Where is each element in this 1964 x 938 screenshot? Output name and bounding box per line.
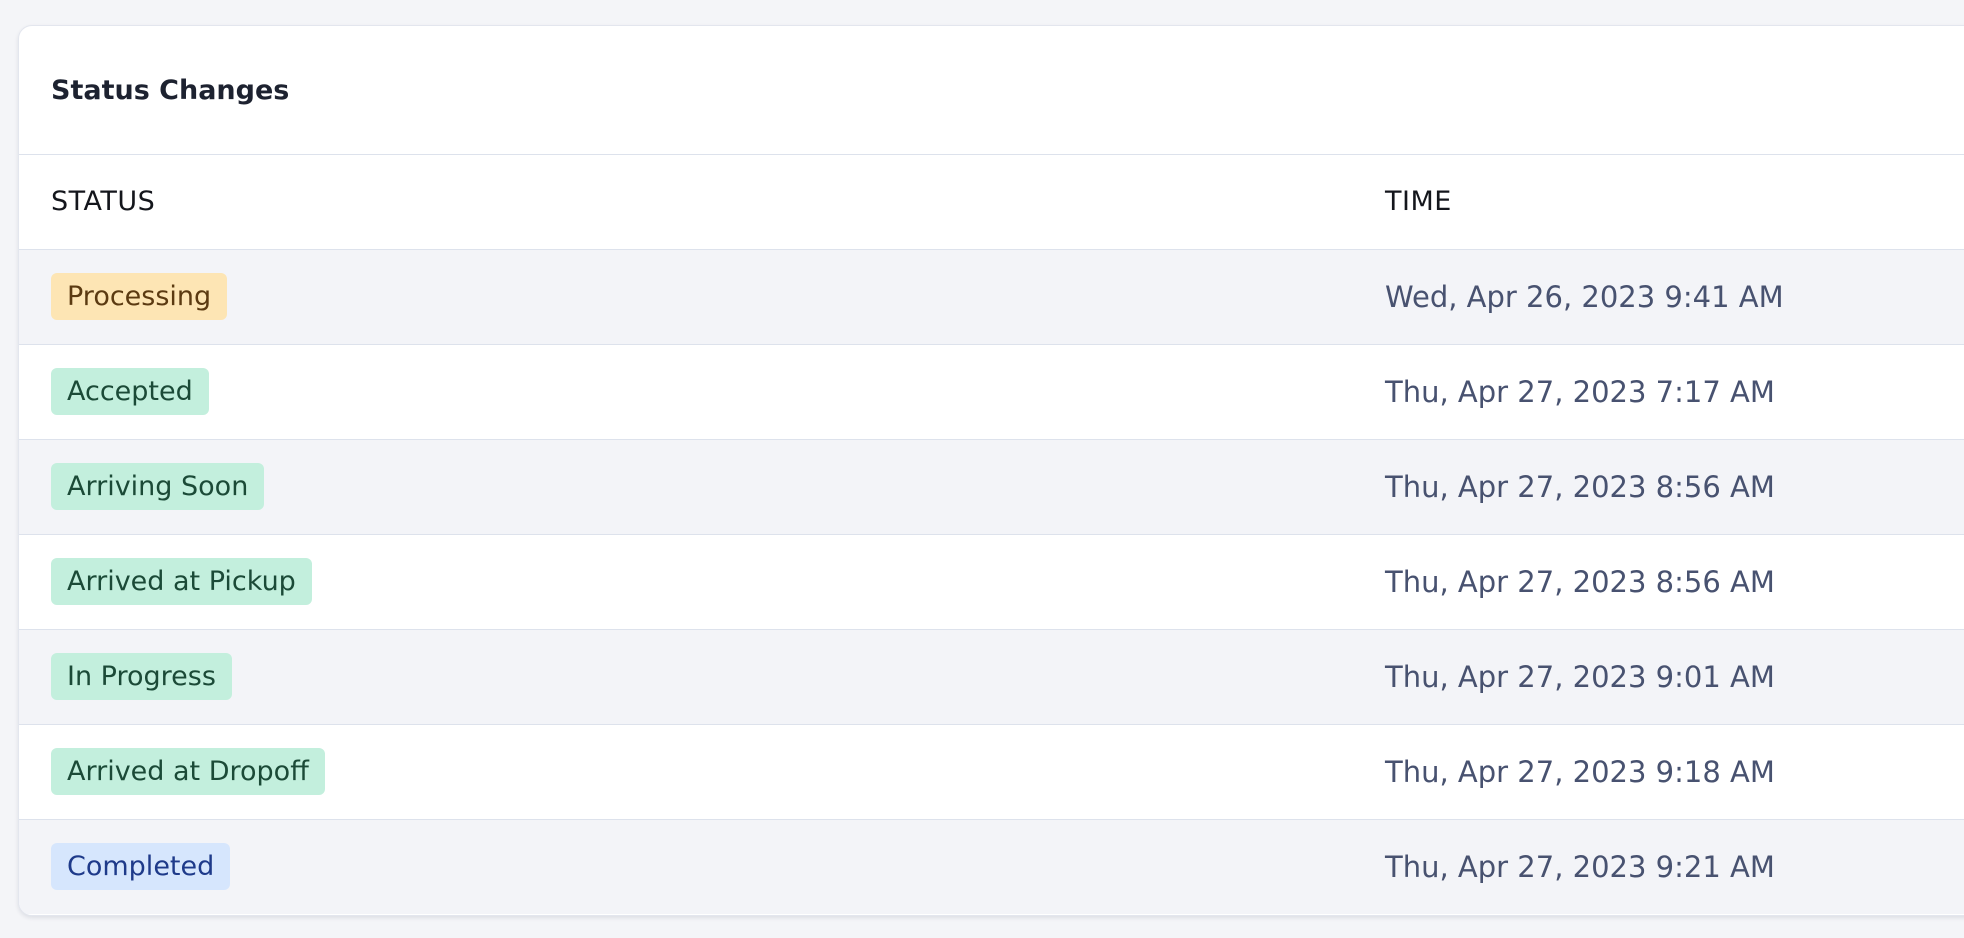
timestamp: Thu, Apr 27, 2023 9:18 AM	[1385, 754, 1775, 789]
status-badge: Accepted	[51, 368, 209, 415]
time-cell: Thu, Apr 27, 2023 7:17 AM	[1385, 344, 1964, 439]
timestamp: Thu, Apr 27, 2023 8:56 AM	[1385, 469, 1775, 504]
time-cell: Thu, Apr 27, 2023 8:56 AM	[1385, 534, 1964, 629]
status-cell: Arriving Soon	[19, 439, 1385, 534]
table-row: Arrived at Pickup Thu, Apr 27, 2023 8:56…	[19, 534, 1964, 629]
time-cell: Thu, Apr 27, 2023 9:01 AM	[1385, 629, 1964, 724]
timestamp: Thu, Apr 27, 2023 9:01 AM	[1385, 659, 1775, 694]
status-cell: Accepted	[19, 344, 1385, 439]
column-header-time: TIME	[1385, 155, 1964, 250]
panel-header: Status Changes	[19, 26, 1964, 155]
column-header-status: STATUS	[19, 155, 1385, 250]
table-row: Arrived at Dropoff Thu, Apr 27, 2023 9:1…	[19, 724, 1964, 819]
status-badge: Arrived at Dropoff	[51, 748, 325, 795]
status-badge: In Progress	[51, 653, 232, 700]
time-cell: Thu, Apr 27, 2023 9:18 AM	[1385, 724, 1964, 819]
table-row: Accepted Thu, Apr 27, 2023 7:17 AM	[19, 344, 1964, 439]
status-badge: Completed	[51, 843, 231, 891]
time-cell: Wed, Apr 26, 2023 9:41 AM	[1385, 249, 1964, 344]
status-cell: In Progress	[19, 629, 1385, 724]
status-changes-panel: Status Changes STATUS TIME Processing We…	[18, 25, 1964, 916]
table-row: Processing Wed, Apr 26, 2023 9:41 AM	[19, 249, 1964, 344]
timestamp: Wed, Apr 26, 2023 9:41 AM	[1385, 279, 1784, 314]
status-cell: Processing	[19, 249, 1385, 344]
status-badge: Arrived at Pickup	[51, 558, 312, 605]
panel-title: Status Changes	[51, 74, 290, 106]
table-row: Arriving Soon Thu, Apr 27, 2023 8:56 AM	[19, 439, 1964, 534]
time-cell: Thu, Apr 27, 2023 8:56 AM	[1385, 439, 1964, 534]
status-cell: Arrived at Dropoff	[19, 724, 1385, 819]
status-changes-table: STATUS TIME Processing Wed, Apr 26, 2023…	[19, 155, 1964, 914]
table-header-row: STATUS TIME	[19, 155, 1964, 250]
status-badge: Processing	[51, 273, 228, 320]
status-badge: Arriving Soon	[51, 463, 265, 510]
table-row: Completed Thu, Apr 27, 2023 9:21 AM	[19, 819, 1964, 914]
table-row: In Progress Thu, Apr 27, 2023 9:01 AM	[19, 629, 1964, 724]
timestamp: Thu, Apr 27, 2023 8:56 AM	[1385, 564, 1775, 599]
timestamp: Thu, Apr 27, 2023 7:17 AM	[1385, 374, 1775, 409]
time-cell: Thu, Apr 27, 2023 9:21 AM	[1385, 819, 1964, 914]
status-cell: Completed	[19, 819, 1385, 914]
status-cell: Arrived at Pickup	[19, 534, 1385, 629]
timestamp: Thu, Apr 27, 2023 9:21 AM	[1385, 849, 1775, 884]
